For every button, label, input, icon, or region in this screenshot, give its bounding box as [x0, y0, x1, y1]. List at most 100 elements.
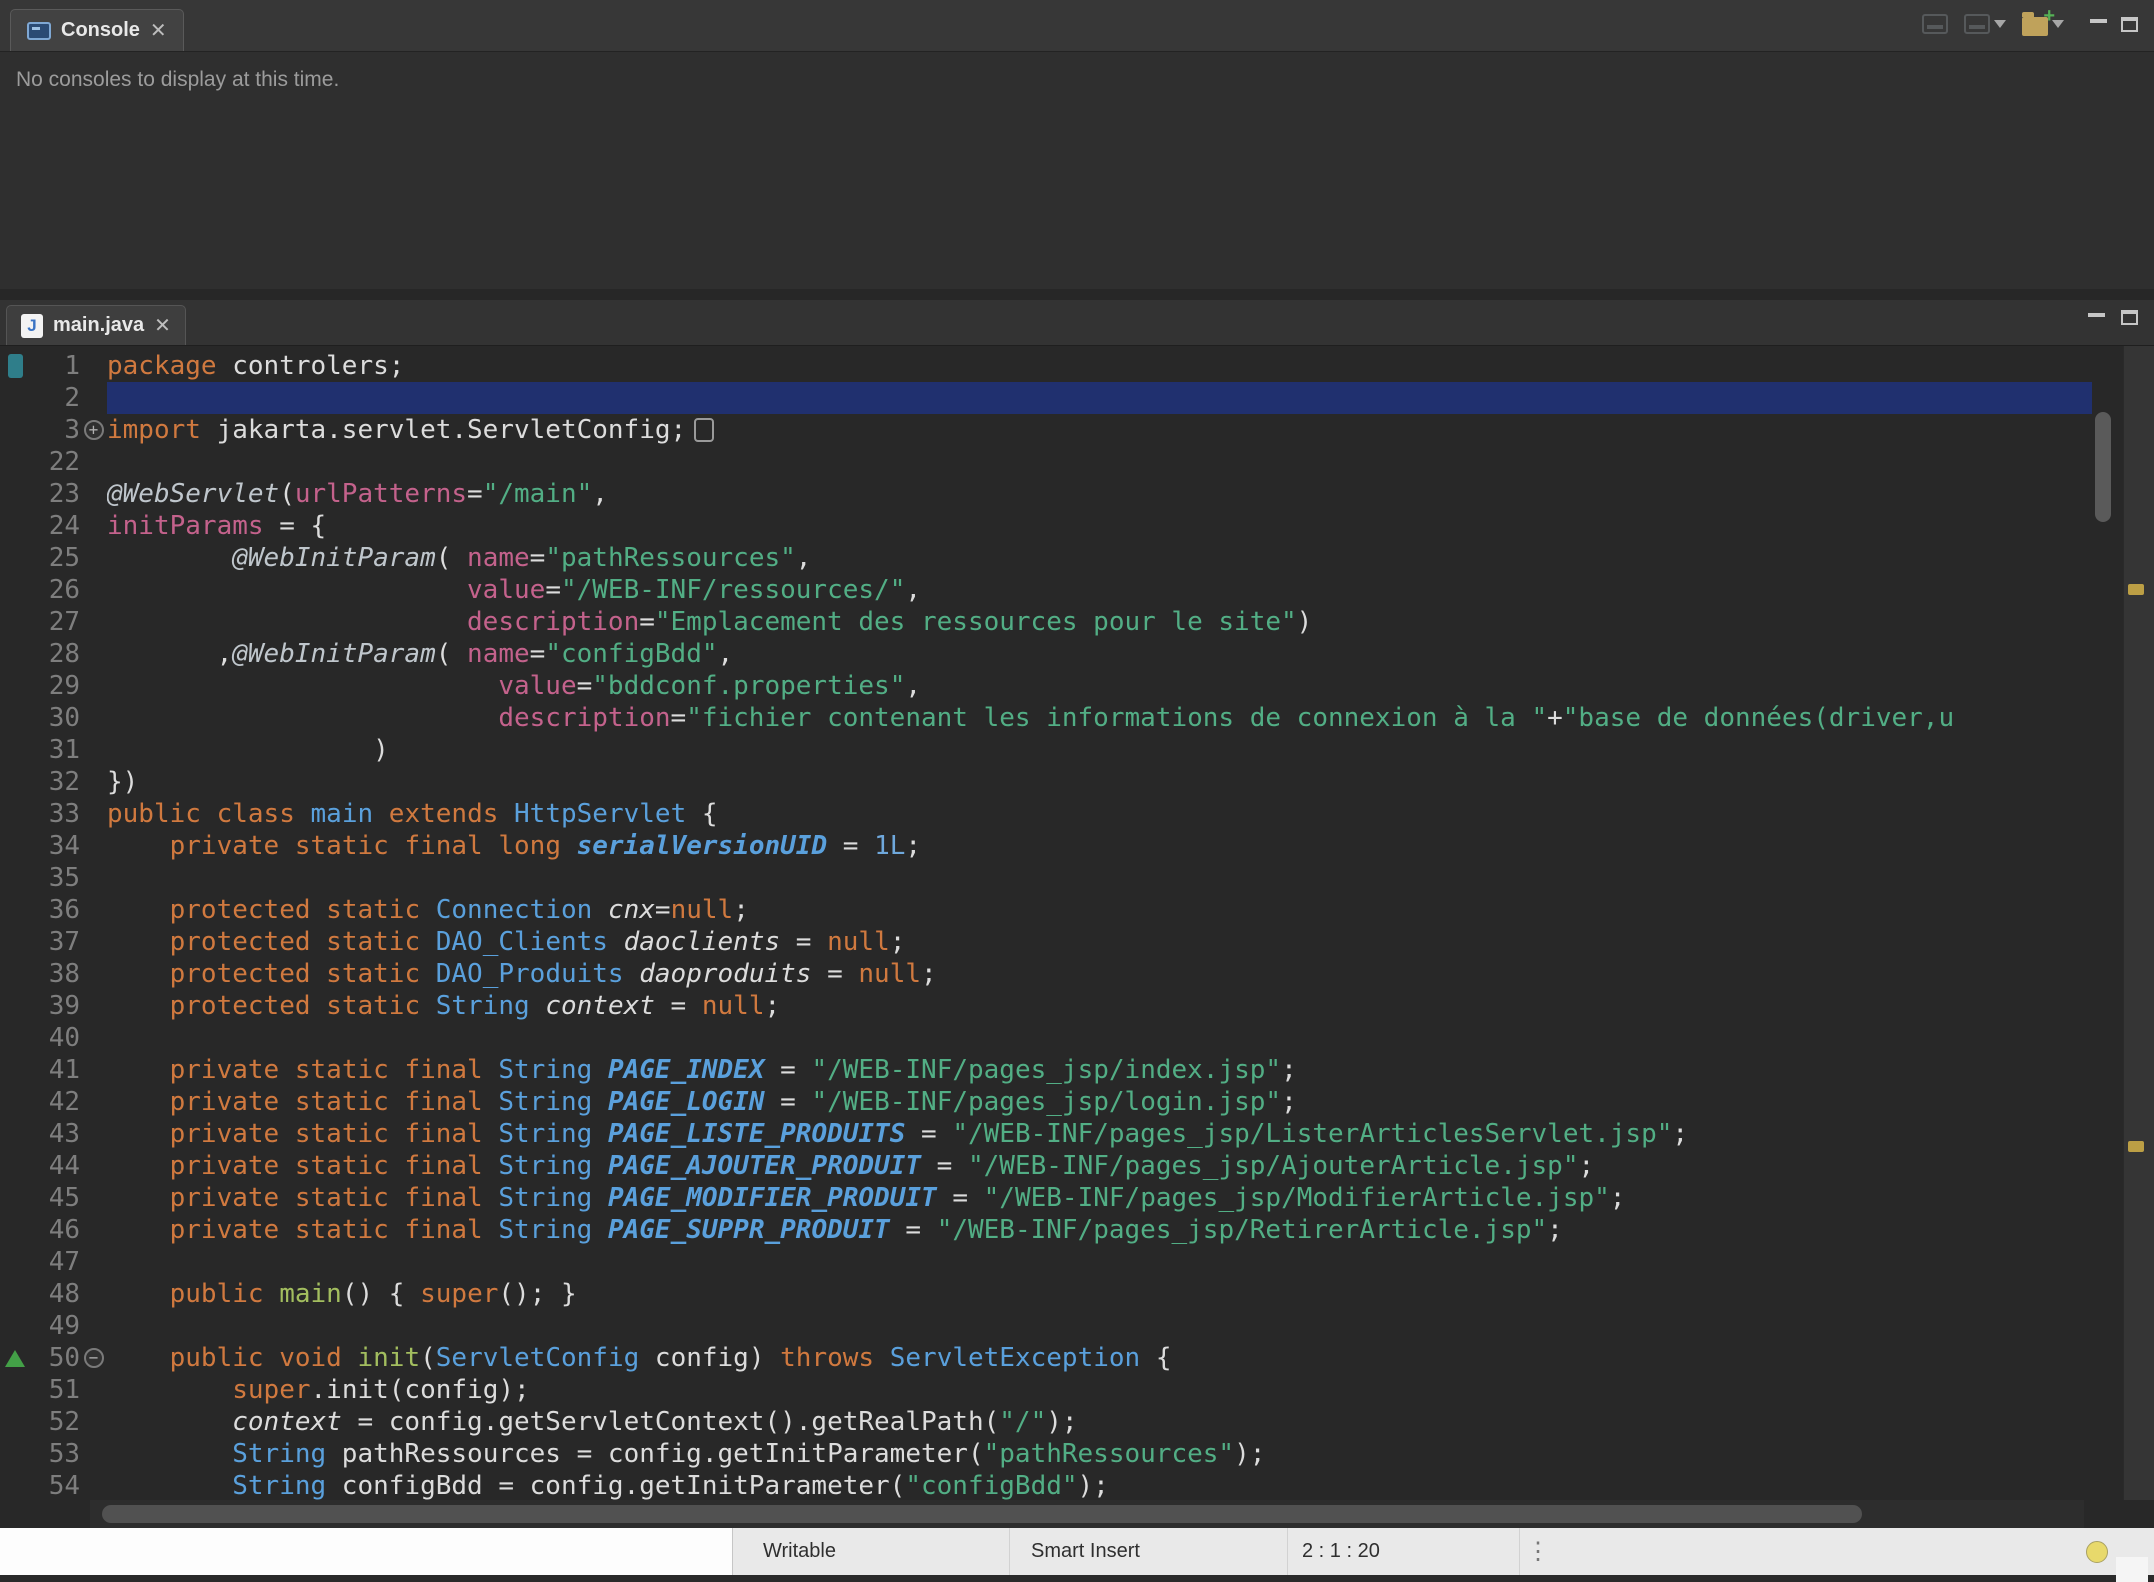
code-text[interactable]: protected static DAO_Produits daoproduit… [107, 958, 2092, 990]
minimize-icon[interactable] [2088, 313, 2105, 317]
task-marker-icon[interactable] [8, 354, 23, 378]
code-text[interactable]: value="bddconf.properties", [107, 670, 2092, 702]
minimize-icon[interactable] [2090, 19, 2107, 23]
code-text[interactable] [107, 1246, 2092, 1278]
code-line[interactable]: 42 private static final String PAGE_LOGI… [0, 1086, 2092, 1118]
close-icon[interactable]: ✕ [150, 21, 167, 41]
code-line[interactable]: 48 public main() { super(); } [0, 1278, 2092, 1310]
code-line[interactable]: 32}) [0, 766, 2092, 798]
notifications-icon[interactable] [2086, 1541, 2108, 1563]
code-line[interactable]: 49 [0, 1310, 2092, 1342]
tab-main-java[interactable]: J main.java ✕ [6, 305, 186, 345]
overview-marker[interactable] [2128, 1141, 2144, 1152]
code-line[interactable]: 34 private static final long serialVersi… [0, 830, 2092, 862]
tab-console[interactable]: Console ✕ [10, 9, 184, 51]
code-text[interactable]: protected static Connection cnx=null; [107, 894, 2092, 926]
code-text[interactable]: public void init(ServletConfig config) t… [107, 1342, 2092, 1374]
code-text[interactable] [107, 1022, 2092, 1054]
code-text[interactable]: private static final long serialVersionU… [107, 830, 2092, 862]
code-line[interactable]: 40 [0, 1022, 2092, 1054]
close-icon[interactable]: ✕ [154, 316, 171, 336]
override-marker-icon[interactable] [5, 1350, 25, 1367]
horizontal-scrollbar-track[interactable] [90, 1500, 2084, 1528]
resize-grip[interactable] [2116, 1557, 2148, 1582]
code-text[interactable]: protected static String context = null; [107, 990, 2092, 1022]
code-text[interactable]: }) [107, 766, 2092, 798]
code-text[interactable]: @WebInitParam( name="pathRessources", [107, 542, 2092, 574]
overview-marker[interactable] [2128, 584, 2144, 595]
code-line[interactable]: 26 value="/WEB-INF/ressources/", [0, 574, 2092, 606]
code-line[interactable]: 25 @WebInitParam( name="pathRessources", [0, 542, 2092, 574]
code-text[interactable]: private static final String PAGE_AJOUTER… [107, 1150, 2092, 1182]
fold-expand-icon[interactable]: + [84, 420, 104, 440]
code-line[interactable]: 52 context = config.getServletContext().… [0, 1406, 2092, 1438]
code-line[interactable]: 3+import jakarta.servlet.ServletConfig; [0, 414, 2092, 446]
code-line[interactable]: 46 private static final String PAGE_SUPP… [0, 1214, 2092, 1246]
code-line[interactable]: 43 private static final String PAGE_LIST… [0, 1118, 2092, 1150]
code-text[interactable]: String pathRessources = config.getInitPa… [107, 1438, 2092, 1470]
code-line[interactable]: 36 protected static Connection cnx=null; [0, 894, 2092, 926]
code-line[interactable]: 35 [0, 862, 2092, 894]
code-line[interactable]: 23@WebServlet(urlPatterns="/main", [0, 478, 2092, 510]
code-text[interactable]: description="fichier contenant les infor… [107, 702, 2092, 734]
code-line[interactable]: 24initParams = { [0, 510, 2092, 542]
code-text[interactable]: context = config.getServletContext().get… [107, 1406, 2092, 1438]
code-text[interactable]: private static final String PAGE_MODIFIE… [107, 1182, 2092, 1214]
code-line[interactable]: 37 protected static DAO_Clients daoclien… [0, 926, 2092, 958]
code-text[interactable]: @WebServlet(urlPatterns="/main", [107, 478, 2092, 510]
java-editor[interactable]: 1package controlers;23+import jakarta.se… [0, 346, 2154, 1528]
code-line[interactable]: 54 String configBdd = config.getInitPara… [0, 1470, 2092, 1502]
code-line[interactable]: 47 [0, 1246, 2092, 1278]
code-text[interactable]: ,@WebInitParam( name="configBdd", [107, 638, 2092, 670]
panel-splitter[interactable] [0, 289, 2154, 300]
code-line[interactable]: 51 super.init(config); [0, 1374, 2092, 1406]
code-text[interactable]: super.init(config); [107, 1374, 2092, 1406]
code-text[interactable] [107, 446, 2092, 478]
code-line[interactable]: 28 ,@WebInitParam( name="configBdd", [0, 638, 2092, 670]
code-line[interactable]: 38 protected static DAO_Produits daoprod… [0, 958, 2092, 990]
code-line[interactable]: 45 private static final String PAGE_MODI… [0, 1182, 2092, 1214]
maximize-icon[interactable] [2121, 17, 2138, 32]
code-line[interactable]: 2 [0, 382, 2092, 414]
code-text[interactable]: description="Emplacement des ressources … [107, 606, 2092, 638]
code-line[interactable]: 41 private static final String PAGE_INDE… [0, 1054, 2092, 1086]
code-text[interactable]: initParams = { [107, 510, 2092, 542]
statusbar-drag-handle[interactable]: ⋮ [1520, 1528, 1556, 1575]
code-line[interactable]: 22 [0, 446, 2092, 478]
code-text[interactable]: public class main extends HttpServlet { [107, 798, 2092, 830]
code-line[interactable]: 31 ) [0, 734, 2092, 766]
code-line[interactable]: 39 protected static String context = nul… [0, 990, 2092, 1022]
code-text[interactable]: value="/WEB-INF/ressources/", [107, 574, 2092, 606]
code-text[interactable]: private static final String PAGE_INDEX =… [107, 1054, 2092, 1086]
code-line[interactable]: 30 description="fichier contenant les in… [0, 702, 2092, 734]
code-text[interactable]: ) [107, 734, 2092, 766]
code-text[interactable]: String configBdd = config.getInitParamet… [107, 1470, 2092, 1502]
code-line[interactable]: 44 private static final String PAGE_AJOU… [0, 1150, 2092, 1182]
horizontal-scrollbar[interactable] [102, 1505, 1862, 1523]
fold-collapse-icon[interactable]: − [84, 1348, 104, 1368]
code-line[interactable]: 50− public void init(ServletConfig confi… [0, 1342, 2092, 1374]
open-console-dropdown[interactable]: + [2022, 12, 2064, 36]
collapsed-code-icon[interactable] [694, 418, 714, 442]
code-text[interactable]: protected static DAO_Clients daoclients … [107, 926, 2092, 958]
pin-console-icon[interactable] [1922, 14, 1948, 34]
display-console-dropdown[interactable] [1964, 14, 2006, 34]
vertical-scrollbar[interactable] [2095, 412, 2111, 522]
code-text[interactable] [107, 1310, 2092, 1342]
code-text[interactable]: private static final String PAGE_LOGIN =… [107, 1086, 2092, 1118]
code-text[interactable]: import jakarta.servlet.ServletConfig; [107, 414, 2092, 446]
code-line[interactable]: 53 String pathRessources = config.getIni… [0, 1438, 2092, 1470]
code-text[interactable]: private static final String PAGE_SUPPR_P… [107, 1214, 2092, 1246]
maximize-icon[interactable] [2121, 310, 2138, 325]
code-line[interactable]: 27 description="Emplacement des ressourc… [0, 606, 2092, 638]
overview-ruler[interactable] [2123, 346, 2154, 1500]
code-text[interactable] [107, 862, 2092, 894]
code-text[interactable]: package controlers; [107, 350, 2092, 382]
code-line[interactable]: 29 value="bddconf.properties", [0, 670, 2092, 702]
code-line[interactable]: 33public class main extends HttpServlet … [0, 798, 2092, 830]
code-text[interactable]: private static final String PAGE_LISTE_P… [107, 1118, 2092, 1150]
code-text[interactable] [107, 382, 2092, 414]
code-area[interactable]: 1package controlers;23+import jakarta.se… [0, 346, 2154, 1502]
code-text[interactable]: public main() { super(); } [107, 1278, 2092, 1310]
code-line[interactable]: 1package controlers; [0, 350, 2092, 382]
